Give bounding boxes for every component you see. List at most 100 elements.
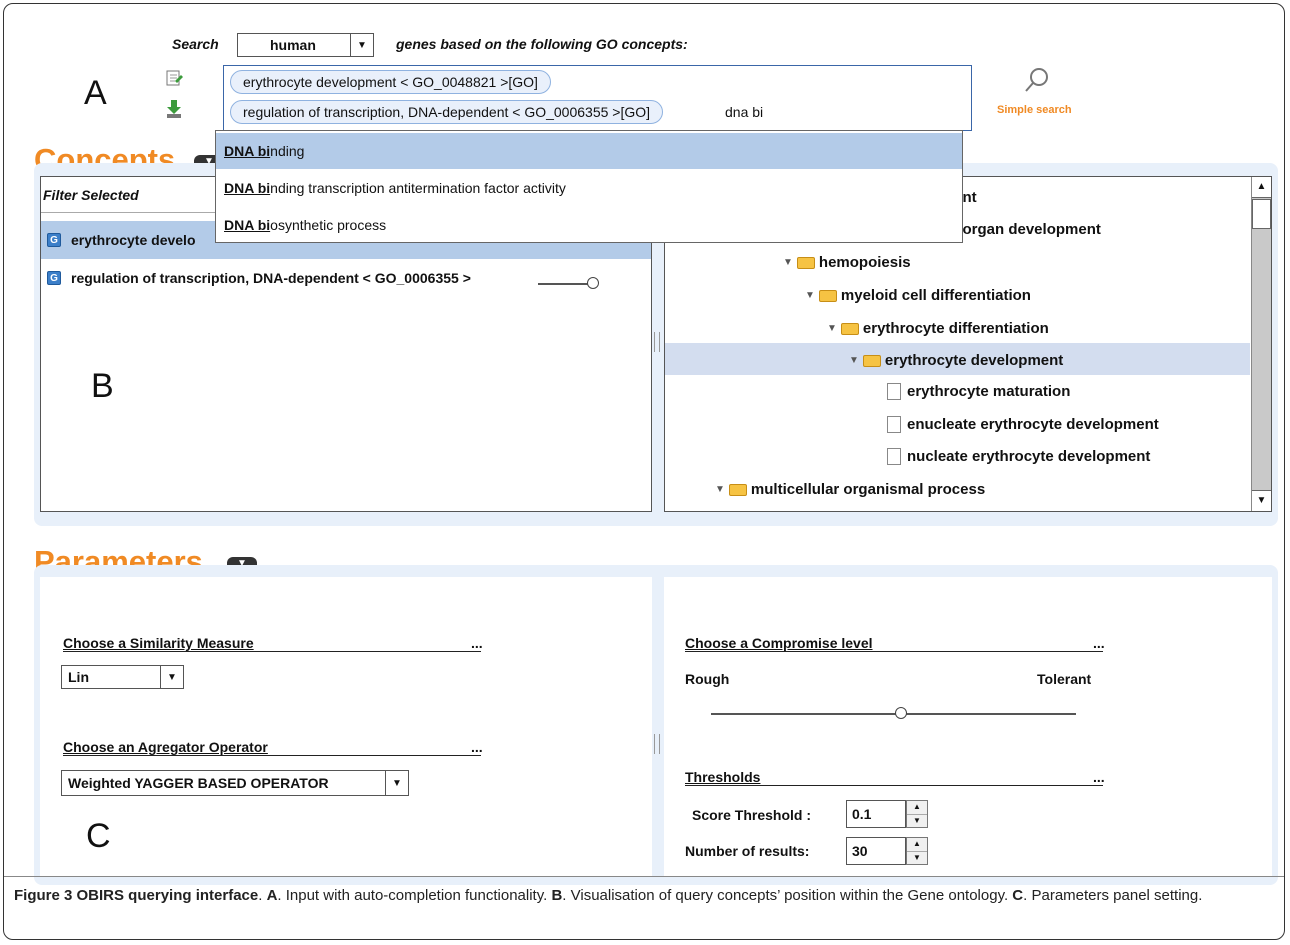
chevron-down-icon: ▼ (350, 34, 373, 56)
ellipsis-button[interactable]: ... (471, 635, 483, 651)
splitter-handle[interactable] (654, 734, 660, 754)
autocomplete-item[interactable]: DNA bi nding (216, 133, 962, 169)
panel-letter-c: C (86, 817, 111, 855)
score-threshold-stepper[interactable]: ▲ ▼ (906, 800, 928, 828)
aggregator-value: Weighted YAGGER BASED OPERATOR (68, 775, 329, 791)
search-label: Search (172, 36, 219, 52)
list-item[interactable]: G regulation of transcription, DNA-depen… (47, 270, 471, 286)
filter-label: Filter Selected (43, 187, 139, 203)
compromise-label: Choose a Compromise level (685, 635, 873, 651)
tolerant-label: Tolerant (1037, 671, 1092, 687)
folder-icon (840, 322, 859, 335)
stepper-up-icon[interactable]: ▲ (907, 838, 927, 852)
folder-icon (796, 256, 815, 269)
ellipsis-button[interactable]: ... (471, 739, 483, 755)
caption-text: . Visualisation of query concepts’ posit… (562, 887, 1013, 904)
expand-icon[interactable]: ▼ (827, 323, 837, 334)
expand-icon[interactable]: ▼ (849, 355, 859, 366)
stepper-down-icon[interactable]: ▼ (907, 815, 927, 828)
chevron-down-icon: ▼ (160, 666, 183, 688)
caption-letter: B (551, 887, 563, 904)
caption-letter: C (1012, 887, 1024, 904)
go-concept-icon: G (47, 271, 61, 285)
tree-node[interactable]: ▼ myeloid cell differentiation (805, 287, 1031, 304)
caption-text: . Input with auto-completion functionali… (277, 887, 552, 904)
parameters-left-panel: Choose a Similarity Measure ... Lin ▼ Ch… (40, 577, 652, 877)
divider (63, 755, 481, 756)
caption-text: . Parameters panel setting. (1023, 887, 1203, 904)
score-threshold-input[interactable]: 0.1 (846, 800, 906, 828)
document-icon (887, 448, 901, 465)
genes-label: genes based on the following GO concepts… (396, 36, 688, 52)
scroll-thumb[interactable] (1252, 199, 1271, 229)
similarity-select[interactable]: Lin ▼ (61, 665, 184, 689)
tree-node[interactable]: ▼ hemopoiesis (783, 254, 911, 271)
edit-icon[interactable] (165, 69, 183, 87)
expand-icon[interactable]: ▼ (805, 290, 815, 301)
concept-label: regulation of transcription, DNA-depende… (71, 270, 471, 286)
tree-node[interactable]: nucleate erythrocyte development (887, 448, 1150, 465)
typed-text: dna bi (725, 104, 764, 120)
concept-label: erythrocyte develo (71, 232, 196, 248)
autocomplete-item[interactable]: DNA bi osynthetic process (216, 207, 962, 243)
expand-icon[interactable]: ▼ (715, 484, 725, 495)
query-input[interactable]: erythrocyte development < GO_0048821 >[G… (223, 65, 972, 131)
compromise-slider-knob[interactable] (894, 707, 907, 719)
splitter-handle[interactable] (654, 332, 660, 352)
figure-caption: Figure 3 OBIRS querying interface. A. In… (14, 887, 1203, 904)
divider (63, 651, 481, 652)
compromise-slider-track[interactable] (711, 713, 1076, 715)
document-icon (887, 416, 901, 433)
caption-letter: A (266, 887, 278, 904)
divider (685, 651, 1103, 652)
tree-node-selected[interactable]: ▼ erythrocyte development (849, 352, 1063, 369)
tree-node[interactable]: ▼ erythrocyte differentiation (827, 320, 1049, 337)
autocomplete-item[interactable]: DNA bi nding transcription antiterminatio… (216, 170, 962, 206)
parameters-right-panel: Choose a Compromise level ... Rough Tole… (664, 577, 1272, 877)
weight-slider-track[interactable] (538, 283, 588, 285)
folder-icon (818, 289, 837, 302)
chevron-down-icon: ▼ (385, 771, 408, 795)
rough-label: Rough (685, 671, 730, 687)
species-select[interactable]: human ▼ (237, 33, 374, 57)
panel-letter-b: B (91, 367, 114, 405)
tree-node[interactable]: ▼ multicellular organismal process (715, 481, 985, 498)
scrollbar[interactable]: ▲ ▼ (1251, 177, 1271, 511)
caption-divider (4, 876, 1284, 877)
num-results-stepper[interactable]: ▲ ▼ (906, 837, 928, 865)
ellipsis-button[interactable]: ... (1093, 769, 1105, 785)
tree-node[interactable]: erythrocyte maturation (887, 383, 1070, 400)
figure-frame: Search human ▼ genes based on the follow… (3, 3, 1285, 940)
score-threshold-label: Score Threshold : (692, 807, 812, 823)
caption-title: Figure 3 OBIRS querying interface (14, 887, 259, 904)
species-value: human (270, 37, 316, 53)
folder-icon (862, 354, 881, 367)
tree-node[interactable]: enucleate erythrocyte development (887, 416, 1159, 433)
autocomplete-dropdown: DNA bi nding DNA bi nding transcription an… (215, 130, 963, 243)
document-icon (887, 383, 901, 400)
scroll-down-icon[interactable]: ▼ (1252, 490, 1271, 511)
simple-search-link[interactable]: Simple search (997, 104, 1072, 116)
aggregator-select[interactable]: Weighted YAGGER BASED OPERATOR ▼ (61, 770, 409, 796)
download-icon[interactable] (165, 99, 183, 119)
divider (685, 785, 1103, 786)
tree-node[interactable]: id organ development (945, 221, 1101, 238)
thresholds-label: Thresholds (685, 769, 761, 785)
ellipsis-button[interactable]: ... (1093, 635, 1105, 651)
stepper-up-icon[interactable]: ▲ (907, 801, 927, 815)
search-icon[interactable] (1024, 66, 1050, 96)
scroll-up-icon[interactable]: ▲ (1252, 177, 1271, 198)
aggregator-label: Choose an Agregator Operator (63, 739, 268, 755)
num-results-input[interactable]: 30 (846, 837, 906, 865)
folder-icon (728, 483, 747, 496)
panel-letter-a: A (84, 74, 107, 112)
query-chip[interactable]: erythrocyte development < GO_0048821 >[G… (230, 70, 551, 94)
go-concept-icon: G (47, 233, 61, 247)
weight-slider-knob[interactable] (587, 277, 599, 289)
num-results-label: Number of results: (685, 843, 810, 859)
similarity-value: Lin (68, 669, 89, 685)
expand-icon[interactable]: ▼ (783, 257, 793, 268)
query-chip[interactable]: regulation of transcription, DNA-depende… (230, 100, 664, 124)
stepper-down-icon[interactable]: ▼ (907, 852, 927, 865)
similarity-label: Choose a Similarity Measure (63, 635, 254, 651)
